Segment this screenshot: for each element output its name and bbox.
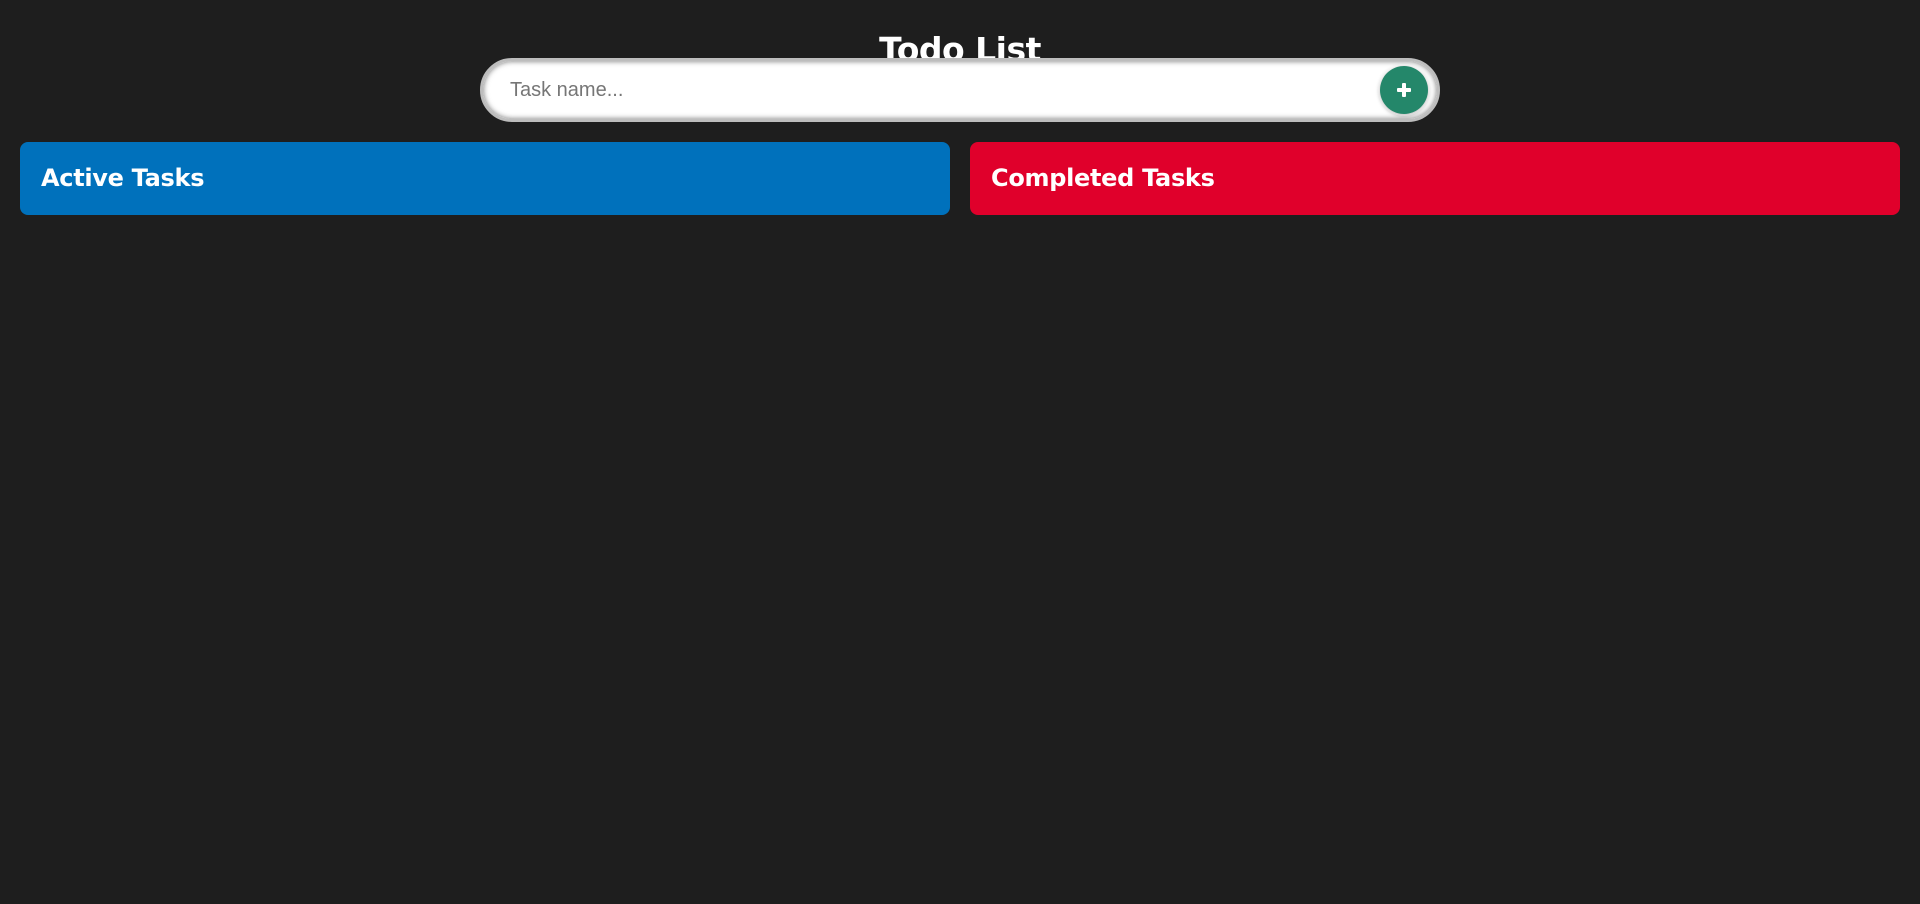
plus-icon xyxy=(1380,66,1428,114)
add-task-button[interactable] xyxy=(1380,66,1428,114)
task-name-input[interactable] xyxy=(510,61,1340,119)
completed-tasks-panel: Completed Tasks xyxy=(970,142,1900,215)
active-tasks-panel: Active Tasks xyxy=(20,142,950,215)
completed-tasks-title: Completed Tasks xyxy=(991,164,1215,192)
active-tasks-title: Active Tasks xyxy=(41,164,205,192)
add-task-bar xyxy=(480,58,1440,122)
